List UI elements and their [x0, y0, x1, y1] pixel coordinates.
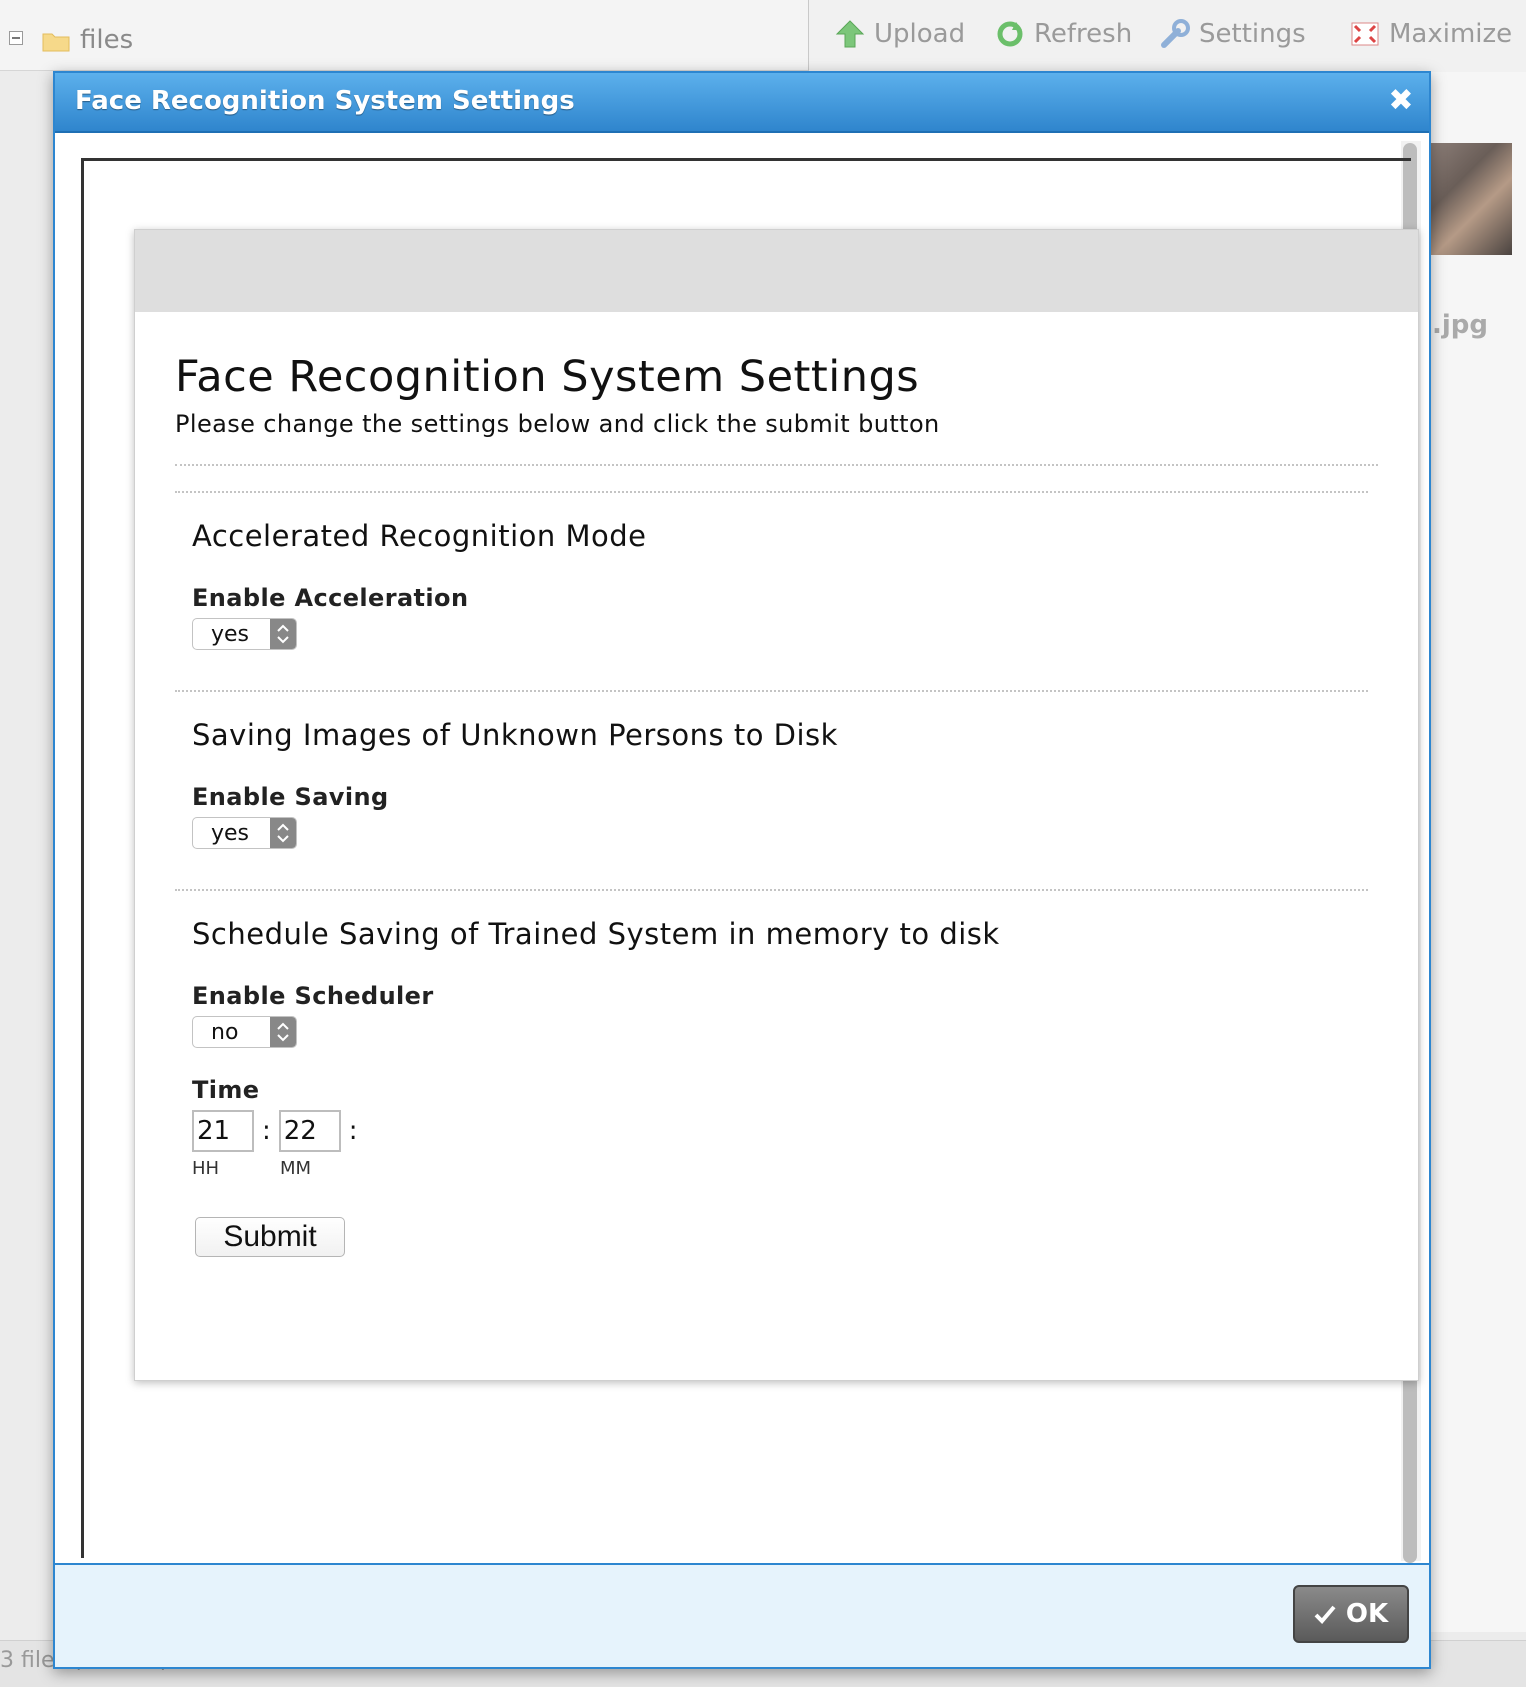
form-subtitle: Please change the settings below and cli… — [175, 410, 940, 438]
dialog-footer: OK — [55, 1563, 1429, 1667]
enable-scheduler-select[interactable]: no — [192, 1016, 297, 1048]
select-arrows-icon — [270, 1017, 296, 1047]
settings-form-card: Face Recognition System Settings Please … — [134, 229, 1419, 1381]
select-arrows-icon — [270, 619, 296, 649]
ok-label: OK — [1345, 1599, 1389, 1629]
maximize-icon — [1351, 22, 1379, 46]
select-arrows-icon — [270, 818, 296, 848]
field-label: Enable Scheduler — [192, 982, 434, 1010]
divider — [175, 464, 1378, 466]
settings-label: Settings — [1199, 19, 1306, 49]
settings-button[interactable]: Settings — [1159, 14, 1306, 54]
close-icon[interactable]: ✖ — [1387, 86, 1415, 116]
divider — [175, 690, 1368, 692]
folder-icon — [42, 33, 70, 52]
time-separator: : — [348, 1116, 358, 1146]
dialog-body: Face Recognition System Settings Please … — [55, 133, 1429, 1565]
section-heading: Saving Images of Unknown Persons to Disk — [192, 718, 838, 752]
settings-form: Face Recognition System Settings Please … — [175, 312, 1378, 1257]
divider — [175, 889, 1368, 891]
ok-button[interactable]: OK — [1293, 1585, 1409, 1643]
image-thumbnail[interactable] — [1430, 143, 1512, 255]
field-label: Enable Saving — [192, 783, 389, 811]
dialog-title: Face Recognition System Settings — [75, 86, 575, 116]
section-heading: Accelerated Recognition Mode — [192, 519, 647, 553]
section-saving: Saving Images of Unknown Persons to Disk… — [175, 718, 1378, 849]
checkmark-icon — [1314, 1605, 1336, 1624]
form-title: Face Recognition System Settings — [175, 352, 920, 402]
maximize-button[interactable]: Maximize — [1349, 14, 1512, 54]
divider — [175, 491, 1368, 493]
time-fields: : : — [192, 1110, 1378, 1152]
hours-hint: HH — [192, 1158, 220, 1179]
enable-saving-select[interactable]: yes — [192, 817, 297, 849]
select-value: yes — [211, 821, 250, 846]
select-value: yes — [211, 622, 250, 647]
refresh-icon — [997, 21, 1023, 47]
upload-button[interactable]: Upload — [834, 14, 965, 54]
file-view-panel — [1430, 72, 1526, 1632]
thumbnail-filename[interactable]: .jpg — [1432, 310, 1488, 340]
minutes-hint: MM — [280, 1158, 312, 1179]
toolbar: Upload Refresh Settings Maximize — [809, 0, 1526, 73]
enable-acceleration-select[interactable]: yes — [192, 618, 297, 650]
hours-input[interactable] — [192, 1110, 254, 1152]
submit-button[interactable]: Submit — [195, 1217, 345, 1257]
time-hints: HH MM — [192, 1158, 1378, 1179]
settings-dialog: Face Recognition System Settings ✖ Face … — [53, 71, 1431, 1669]
field-label: Enable Acceleration — [192, 584, 469, 612]
maximize-label: Maximize — [1389, 19, 1513, 49]
refresh-label: Refresh — [1034, 19, 1133, 49]
section-scheduler: Schedule Saving of Trained System in mem… — [175, 917, 1378, 1257]
minutes-input[interactable] — [278, 1110, 341, 1152]
time-label: Time — [192, 1076, 260, 1104]
time-separator: : — [262, 1116, 271, 1146]
section-heading: Schedule Saving of Trained System in mem… — [192, 917, 1000, 951]
content-frame: Face Recognition System Settings Please … — [81, 158, 1419, 1558]
settings-icon — [1161, 19, 1190, 48]
select-value: no — [211, 1020, 239, 1045]
dialog-titlebar[interactable]: Face Recognition System Settings ✖ — [55, 73, 1429, 133]
collapse-toggle-icon[interactable] — [9, 31, 23, 45]
upload-label: Upload — [874, 19, 966, 49]
section-acceleration: Accelerated Recognition Mode Enable Acce… — [175, 519, 1378, 650]
refresh-button[interactable]: Refresh — [994, 14, 1132, 54]
file-tree-panel: files — [0, 0, 809, 71]
card-header — [135, 230, 1418, 312]
tree-item-files[interactable]: files — [80, 25, 133, 55]
upload-icon — [835, 20, 865, 48]
